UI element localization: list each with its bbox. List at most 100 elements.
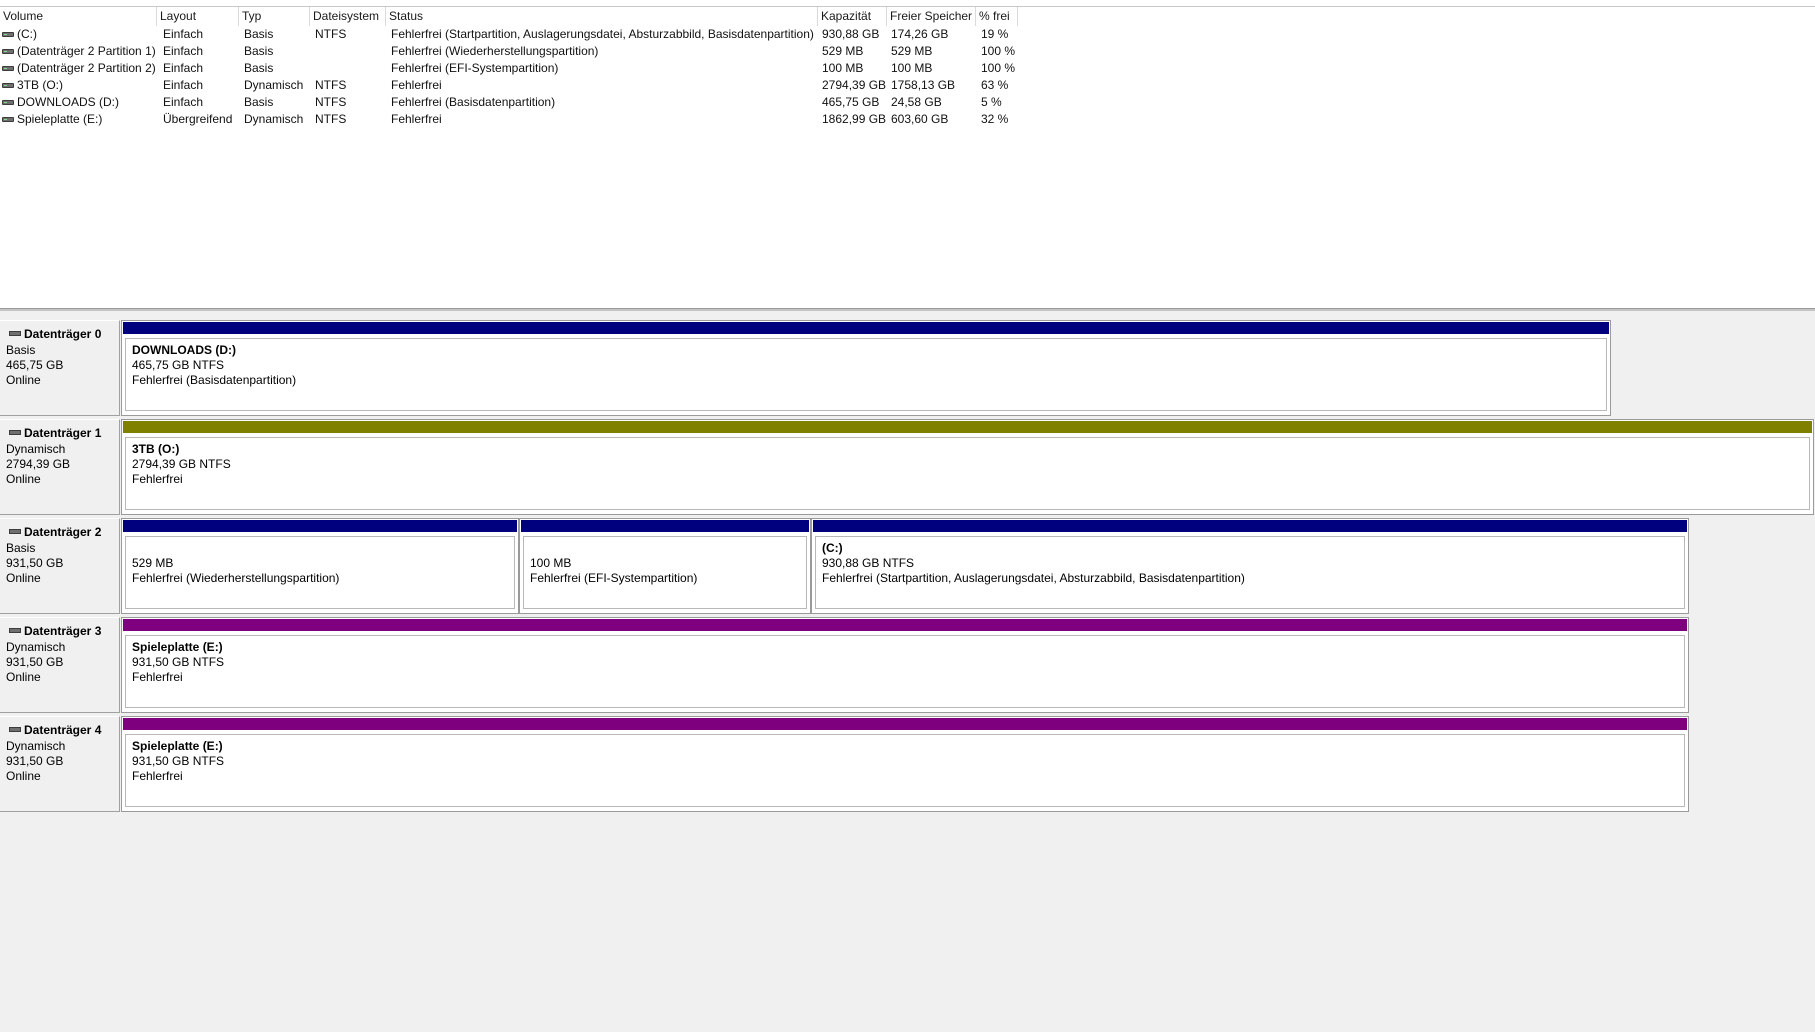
disk-icon <box>9 628 21 633</box>
volume-status: Fehlerfrei <box>391 78 442 92</box>
disk-label-3[interactable]: Datenträger 3 Dynamisch 931,50 GB Online <box>0 617 120 713</box>
partition-status: Fehlerfrei <box>132 472 183 486</box>
disk-size: 931,50 GB <box>6 655 64 669</box>
drive-icon <box>2 66 14 71</box>
partition-body: 100 MB Fehlerfrei (EFI-Systempartition) <box>523 536 807 609</box>
disk-icon <box>9 727 21 732</box>
volume-name: DOWNLOADS (D:) <box>17 95 119 109</box>
volume-layout: Übergreifend <box>163 112 233 126</box>
volume-layout: Einfach <box>163 44 204 58</box>
volume-row[interactable]: (Datenträger 2 Partition 2) Einfach Basi… <box>0 60 1020 77</box>
partition-efi[interactable]: 100 MB Fehlerfrei (EFI-Systempartition) <box>519 518 811 614</box>
volume-type: Dynamisch <box>244 112 304 126</box>
volume-free: 1758,13 GB <box>891 78 956 92</box>
disk-label-4[interactable]: Datenträger 4 Dynamisch 931,50 GB Online <box>0 716 120 812</box>
partition-title: Spieleplatte (E:) <box>132 640 223 654</box>
volume-type: Basis <box>244 95 274 109</box>
disk-view-pane: Datenträger 0 Basis 465,75 GB Online DOW… <box>0 312 1815 1032</box>
partition-size: 465,75 GB NTFS <box>132 358 225 372</box>
disk-type: Basis <box>6 343 36 357</box>
volume-free: 100 MB <box>891 61 933 75</box>
column-header-percent-free[interactable]: % frei <box>976 7 1018 26</box>
drive-icon <box>2 100 14 105</box>
partition-size: 2794,39 GB NTFS <box>132 457 231 471</box>
partition-body: 3TB (O:) 2794,39 GB NTFS Fehlerfrei <box>125 437 1810 510</box>
volume-row[interactable]: (C:) Einfach Basis NTFS Fehlerfrei (Star… <box>0 26 1020 43</box>
volume-filesystem <box>315 60 383 77</box>
volume-name: (C:) <box>17 27 37 41</box>
column-header-status[interactable]: Status <box>386 7 818 26</box>
disk-name: Datenträger 4 <box>24 723 102 737</box>
disk-label-0[interactable]: Datenträger 0 Basis 465,75 GB Online <box>0 320 120 416</box>
column-header-filesystem[interactable]: Dateisystem <box>310 7 386 26</box>
partition-color-bar <box>123 520 517 532</box>
disk-icon <box>9 331 21 336</box>
partition-color-bar <box>521 520 809 532</box>
volume-filesystem: NTFS <box>315 27 347 41</box>
partition-downloads-d[interactable]: DOWNLOADS (D:) 465,75 GB NTFS Fehlerfrei… <box>121 320 1611 416</box>
volume-type: Dynamisch <box>244 78 304 92</box>
disk-type: Basis <box>6 541 36 555</box>
partition-color-bar <box>123 619 1687 631</box>
partition-spieleplatte-e[interactable]: Spieleplatte (E:) 931,50 GB NTFS Fehlerf… <box>121 617 1689 713</box>
partition-status: Fehlerfrei (Startpartition, Auslagerungs… <box>822 571 1245 585</box>
partition-status: Fehlerfrei <box>132 670 183 684</box>
disk-state: Online <box>6 670 41 684</box>
partition-c[interactable]: (C:) 930,88 GB NTFS Fehlerfrei (Startpar… <box>811 518 1689 614</box>
column-header-capacity[interactable]: Kapazität <box>818 7 887 26</box>
disk-size: 2794,39 GB <box>6 457 71 471</box>
partition-title: 3TB (O:) <box>132 442 180 456</box>
disk-label-2[interactable]: Datenträger 2 Basis 931,50 GB Online <box>0 518 120 614</box>
disk-label-1[interactable]: Datenträger 1 Dynamisch 2794,39 GB Onlin… <box>0 419 120 515</box>
partition-color-bar <box>123 421 1812 433</box>
disk-size: 931,50 GB <box>6 754 64 768</box>
column-header-free-space[interactable]: Freier Speicher <box>887 7 976 26</box>
disk-name: Datenträger 3 <box>24 624 102 638</box>
volume-list-pane[interactable]: Volume Layout Typ Dateisystem Status Kap… <box>0 0 1815 310</box>
volume-layout: Einfach <box>163 78 204 92</box>
partition-title: (C:) <box>822 541 843 555</box>
disk-partitions-2: 529 MB Fehlerfrei (Wiederherstellungspar… <box>121 518 1689 614</box>
column-header-type[interactable]: Typ <box>239 7 310 26</box>
partition-status: Fehlerfrei <box>132 769 183 783</box>
column-header-layout[interactable]: Layout <box>157 7 239 26</box>
disk-partitions-3: Spieleplatte (E:) 931,50 GB NTFS Fehlerf… <box>121 617 1689 713</box>
partition-body: Spieleplatte (E:) 931,50 GB NTFS Fehlerf… <box>125 635 1685 708</box>
disk-size: 931,50 GB <box>6 556 64 570</box>
volume-capacity: 100 MB <box>822 61 864 75</box>
volume-row[interactable]: 3TB (O:) Einfach Dynamisch NTFS Fehlerfr… <box>0 77 1020 94</box>
partition-status: Fehlerfrei (EFI-Systempartition) <box>530 571 698 585</box>
partition-recovery[interactable]: 529 MB Fehlerfrei (Wiederherstellungspar… <box>121 518 519 614</box>
volume-type: Basis <box>244 44 274 58</box>
disk-size: 465,75 GB <box>6 358 64 372</box>
partition-title: DOWNLOADS (D:) <box>132 343 236 357</box>
volume-name: 3TB (O:) <box>17 78 64 92</box>
disk-partitions-0: DOWNLOADS (D:) 465,75 GB NTFS Fehlerfrei… <box>121 320 1611 416</box>
disk-name: Datenträger 2 <box>24 525 102 539</box>
partition-spieleplatte-e[interactable]: Spieleplatte (E:) 931,50 GB NTFS Fehlerf… <box>121 716 1689 812</box>
partition-body: DOWNLOADS (D:) 465,75 GB NTFS Fehlerfrei… <box>125 338 1607 411</box>
disk-management-window: Volume Layout Typ Dateisystem Status Kap… <box>0 0 1815 1032</box>
disk-state: Online <box>6 571 41 585</box>
drive-icon <box>2 49 14 54</box>
volume-percent-free: 32 % <box>981 112 1009 126</box>
volume-row[interactable]: Spieleplatte (E:) Übergreifend Dynamisch… <box>0 111 1020 128</box>
disk-type: Dynamisch <box>6 739 66 753</box>
volume-percent-free: 63 % <box>981 78 1009 92</box>
volume-status: Fehlerfrei (EFI-Systempartition) <box>391 61 559 75</box>
volume-row[interactable]: DOWNLOADS (D:) Einfach Basis NTFS Fehler… <box>0 94 1020 111</box>
volume-filesystem: NTFS <box>315 95 347 109</box>
volume-free: 24,58 GB <box>891 95 942 109</box>
volume-row[interactable]: (Datenträger 2 Partition 1) Einfach Basi… <box>0 43 1020 60</box>
volume-filesystem <box>315 43 383 60</box>
volume-status: Fehlerfrei (Basisdatenpartition) <box>391 95 556 109</box>
volume-name: (Datenträger 2 Partition 1) <box>17 44 155 58</box>
column-header-volume[interactable]: Volume <box>0 7 157 26</box>
pane-splitter[interactable] <box>0 308 1815 311</box>
volume-percent-free: 19 % <box>981 27 1009 41</box>
disk-icon <box>9 430 21 435</box>
disk-state: Online <box>6 373 41 387</box>
partition-3tb-o[interactable]: 3TB (O:) 2794,39 GB NTFS Fehlerfrei <box>121 419 1814 515</box>
disk-name: Datenträger 1 <box>24 426 102 440</box>
volume-type: Basis <box>244 61 274 75</box>
